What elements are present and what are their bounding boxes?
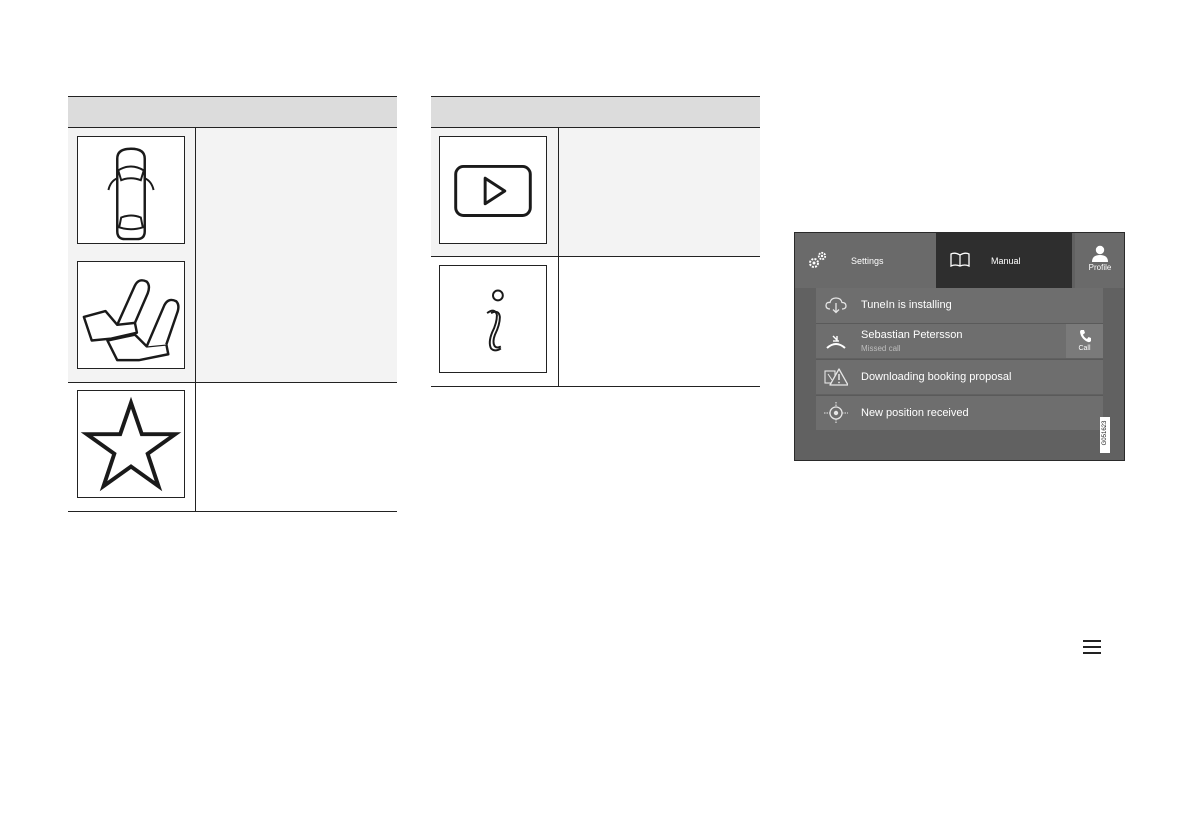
missed-call-icon [826, 335, 846, 349]
table-row [431, 257, 760, 387]
cloud-download-icon [825, 297, 847, 314]
center-display-screenshot: Settings Manual Profile TuneIn is instal… [794, 232, 1125, 461]
table-row [68, 128, 397, 383]
table-header [431, 96, 760, 128]
column-divider [195, 383, 196, 511]
symbol-table-middle [431, 96, 760, 387]
notification-subtitle: Missed call [861, 344, 901, 353]
settings-label: Settings [851, 256, 884, 266]
warning-triangle-icon [824, 368, 848, 386]
book-icon [950, 252, 970, 267]
manual-button[interactable]: Manual [936, 233, 1072, 288]
car-doors-icon [77, 136, 185, 244]
seats-icon [77, 261, 185, 369]
position-icon [824, 402, 848, 424]
play-icon [439, 136, 547, 244]
call-label: Call [1078, 345, 1091, 352]
gears-icon [809, 251, 827, 268]
symbol-table-left [68, 96, 397, 512]
image-code-label: G051623 [1100, 417, 1110, 453]
settings-button[interactable]: Settings [795, 233, 936, 288]
column-divider [558, 128, 559, 256]
hamburger-menu-icon[interactable] [1083, 640, 1101, 654]
notification-item[interactable]: Downloading booking proposal [816, 359, 1103, 394]
notification-item[interactable]: Sebastian Petersson Missed call Call [816, 323, 1103, 358]
call-button[interactable]: Call [1066, 324, 1103, 358]
column-divider [195, 128, 196, 382]
manual-label: Manual [991, 256, 1021, 266]
person-icon [1092, 245, 1108, 262]
table-row [68, 383, 397, 512]
phone-icon [1080, 330, 1091, 343]
notification-title: Sebastian Petersson [861, 329, 963, 341]
column-divider [558, 257, 559, 386]
notification-title: Downloading booking proposal [861, 371, 1012, 383]
info-icon [439, 265, 547, 373]
notification-item[interactable]: TuneIn is installing [816, 288, 1103, 323]
star-icon [77, 390, 185, 498]
notification-item[interactable]: New position received [816, 395, 1103, 430]
notification-title: New position received [861, 407, 969, 419]
table-row [431, 128, 760, 257]
table-header [68, 96, 397, 128]
top-bar: Settings Manual Profile [795, 233, 1124, 288]
notification-title: TuneIn is installing [861, 299, 952, 311]
profile-label: Profile [1088, 263, 1112, 272]
profile-button[interactable]: Profile [1075, 233, 1124, 288]
image-code-text: G051623 [1102, 420, 1108, 446]
